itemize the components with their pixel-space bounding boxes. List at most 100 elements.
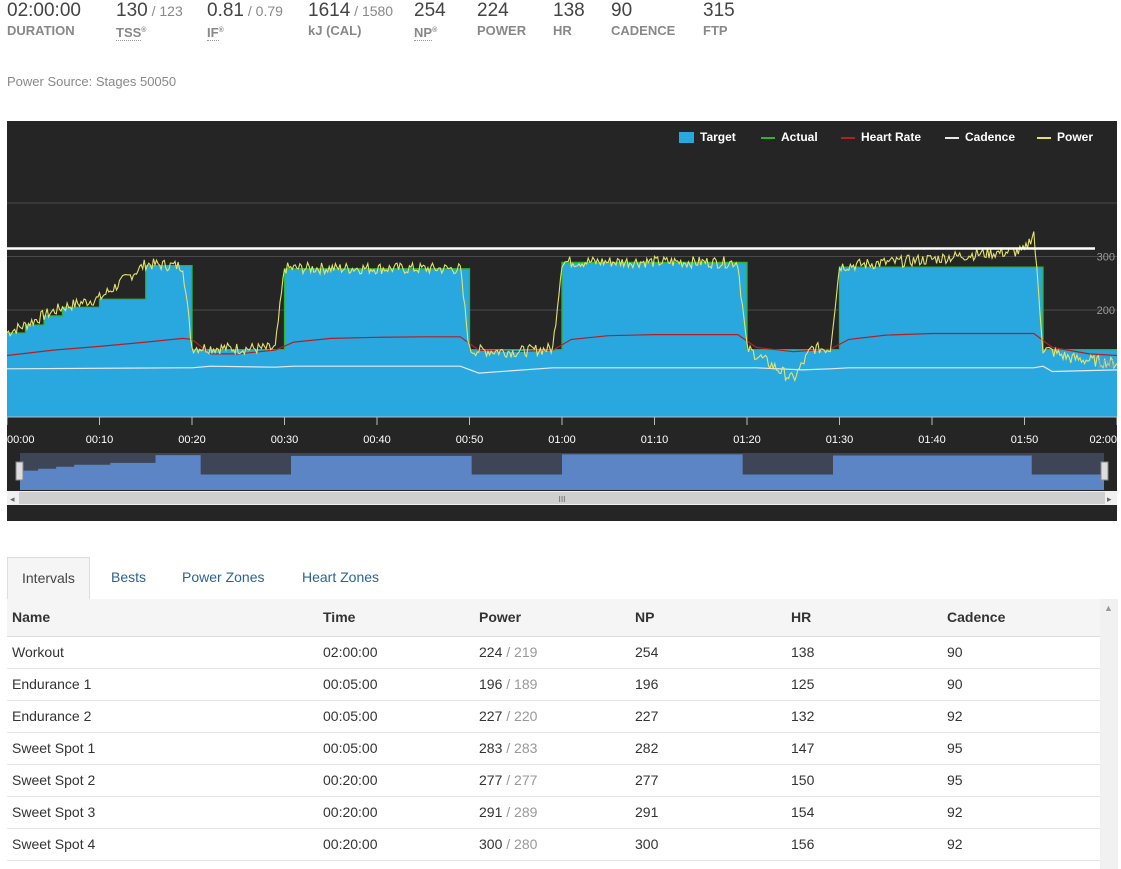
- legend-label: Cadence: [965, 130, 1016, 144]
- cell-time: 00:20:00: [323, 829, 378, 860]
- y-tick-label: 200: [1097, 305, 1115, 317]
- x-tick-label: 00:00: [7, 434, 35, 446]
- cell-name: Sweet Spot 1: [12, 733, 95, 764]
- stat-planned-value: 123: [159, 3, 183, 19]
- tab-intervals[interactable]: Intervals: [7, 557, 90, 600]
- chart-canvas[interactable]: 300 200 100 00:00 00:10 00:20 00:30 00:40 00:50 0…: [7, 121, 1117, 521]
- registered-mark: ®: [141, 27, 147, 34]
- cell-cadence: 92: [947, 797, 963, 828]
- stat-ftp: 315 FTP: [703, 0, 735, 39]
- navigator-left-handle[interactable]: [15, 461, 24, 481]
- legend-label: Power: [1057, 130, 1094, 144]
- x-tick-label: 00:10: [86, 434, 114, 446]
- x-tick-label: 01:50: [1011, 434, 1039, 446]
- cell-power: 300 / 280: [479, 829, 537, 860]
- stat-label-text: kJ (CAL): [308, 23, 362, 38]
- cell-np: 277: [635, 765, 658, 796]
- stat-label-text: CADENCE: [611, 23, 676, 38]
- tab-power-zones[interactable]: Power Zones: [168, 557, 278, 598]
- cell-np-value: 291: [635, 804, 659, 820]
- cell-np: 291: [635, 797, 658, 828]
- legend-label: Actual: [781, 130, 818, 144]
- cell-time-value: 00:20:00: [323, 804, 378, 820]
- stat-label-text: IF: [207, 25, 219, 42]
- table-header: Name Time Power NP HR Cadence: [7, 599, 1100, 637]
- stat-label: IF®: [207, 23, 283, 42]
- cell-time-value: 00:05:00: [323, 676, 378, 692]
- y-tick-label: 300: [1097, 252, 1115, 264]
- legend-label: Target: [700, 130, 736, 144]
- scroll-right-arrow-icon[interactable]: ▸: [1107, 495, 1112, 505]
- legend-swatch: [1037, 136, 1051, 139]
- cell-hr-value: 125: [791, 676, 815, 692]
- table-row[interactable]: Sweet Spot 2 00:20:00 277 / 277 277 150 95: [7, 765, 1100, 797]
- power-separator: /: [502, 676, 515, 692]
- cell-np-value: 300: [635, 836, 659, 852]
- cell-np-value: 277: [635, 772, 659, 788]
- power-source-label: Power Source: Stages 50050: [7, 74, 177, 89]
- cell-np-value: 227: [635, 708, 659, 724]
- legend-item-cadence[interactable]: Cadence: [945, 130, 1015, 144]
- legend-item-actual[interactable]: Actual: [761, 130, 818, 144]
- cell-name-value: Sweet Spot 4: [12, 836, 96, 852]
- table-row[interactable]: Sweet Spot 1 00:05:00 283 / 283 282 147 95: [7, 733, 1100, 765]
- table-scrollbar[interactable]: ▲: [1100, 599, 1118, 869]
- table-row[interactable]: Sweet Spot 4 00:20:00 300 / 280 300 156 92: [7, 829, 1100, 861]
- cell-name-value: Workout: [12, 644, 64, 660]
- x-tick-label: 00:50: [456, 434, 484, 446]
- column-header-power[interactable]: Power: [479, 599, 521, 636]
- cell-cadence-value: 92: [947, 804, 963, 820]
- cell-time-value: 00:05:00: [323, 708, 378, 724]
- table-row[interactable]: Workout 02:00:00 224 / 219 254 138 90: [7, 637, 1100, 669]
- stat-separator: /: [147, 3, 160, 19]
- cell-cadence-value: 92: [947, 708, 963, 724]
- cell-power-target: 277: [514, 772, 538, 788]
- stat-label: TSS®: [116, 23, 183, 42]
- cell-name: Sweet Spot 4: [12, 829, 95, 860]
- cell-time-value: 00:05:00: [323, 740, 378, 756]
- column-header-time[interactable]: Time: [323, 599, 355, 636]
- cell-power: 291 / 289: [479, 797, 537, 828]
- stat-if: 0.81 / 0.79 IF®: [207, 0, 283, 42]
- cell-hr: 138: [791, 637, 814, 668]
- cell-cadence: 95: [947, 765, 963, 796]
- tab-heart-zones[interactable]: Heart Zones: [288, 557, 393, 598]
- tab-bests[interactable]: Bests: [97, 557, 160, 598]
- stat-label-text: HR: [553, 23, 572, 38]
- stat-main-value: 130: [116, 0, 148, 21]
- cell-hr: 154: [791, 797, 814, 828]
- legend-item-power[interactable]: Power: [1037, 130, 1093, 144]
- scroll-up-arrow-icon[interactable]: ▲: [1104, 603, 1113, 613]
- scrollbar-grip-icon[interactable]: III: [558, 495, 565, 504]
- x-tick-label: 00:40: [363, 434, 391, 446]
- legend-item-target[interactable]: Target: [679, 130, 736, 144]
- cell-time: 00:20:00: [323, 797, 378, 828]
- stat-label-text: TSS: [116, 25, 142, 42]
- x-tick-label: 01:00: [548, 434, 576, 446]
- cell-cadence: 92: [947, 701, 963, 732]
- stat-value: 02:00:00: [7, 0, 81, 22]
- table-row[interactable]: Sweet Spot 3 00:20:00 291 / 289 291 154 92: [7, 797, 1100, 829]
- table-row[interactable]: Endurance 2 00:05:00 227 / 220 227 132 92: [7, 701, 1100, 733]
- column-header-np[interactable]: NP: [635, 599, 654, 636]
- x-tick-label: 01:40: [918, 434, 946, 446]
- stat-value: 90: [611, 0, 675, 22]
- cell-cadence-value: 95: [947, 772, 963, 788]
- cell-power: 277 / 277: [479, 765, 537, 796]
- table-row[interactable]: Endurance 1 00:05:00 196 / 189 196 125 90: [7, 669, 1100, 701]
- column-header-cadence[interactable]: Cadence: [947, 599, 1005, 636]
- cell-cadence: 90: [947, 669, 963, 700]
- navigator-right-handle[interactable]: [1100, 461, 1109, 481]
- cell-hr: 150: [791, 765, 814, 796]
- workout-chart[interactable]: 300 200 100 00:00 00:10 00:20 00:30 00:40 00:50 0…: [7, 121, 1117, 521]
- x-tick-label: 01:30: [826, 434, 854, 446]
- stat-power: 224 POWER: [477, 0, 526, 39]
- cell-np: 300: [635, 829, 658, 860]
- column-header-name[interactable]: Name: [12, 599, 50, 636]
- legend-swatch: [945, 136, 959, 139]
- column-header-hr[interactable]: HR: [791, 599, 811, 636]
- stat-planned-value: 0.79: [255, 3, 283, 19]
- scroll-left-arrow-icon[interactable]: ◂: [10, 495, 15, 505]
- legend-item-heart-rate[interactable]: Heart Rate: [841, 130, 921, 144]
- cell-hr: 147: [791, 733, 814, 764]
